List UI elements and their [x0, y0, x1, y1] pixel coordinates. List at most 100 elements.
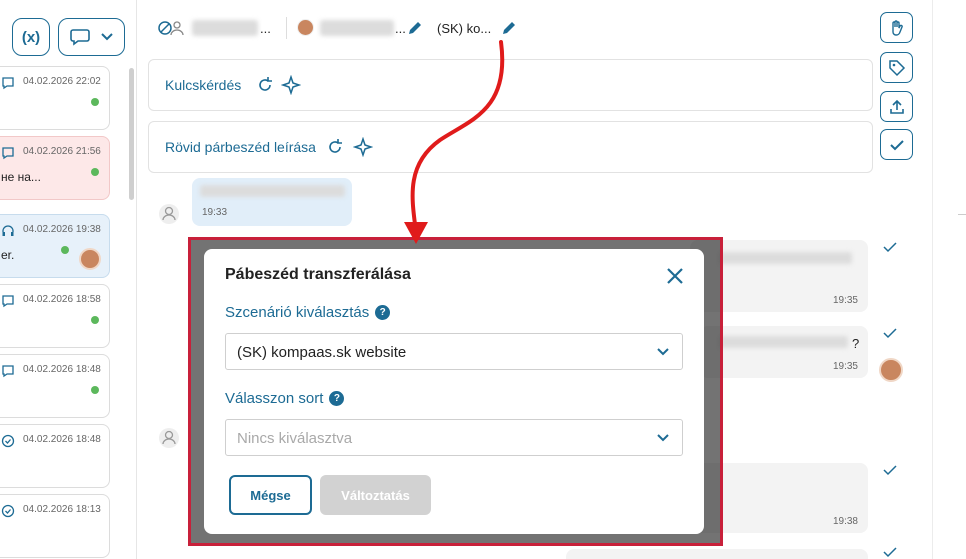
takeover-hand-button[interactable] — [880, 12, 913, 43]
headset-icon — [2, 225, 14, 236]
conversation-date: 04.02.2026 21:56 — [23, 146, 101, 157]
queue-select[interactable]: Nincs kiválasztva — [225, 419, 683, 456]
delivered-check-icon — [883, 328, 897, 339]
conversation-date: 04.02.2026 18:48 — [23, 364, 101, 375]
upload-icon — [889, 99, 904, 114]
message-text-redacted — [720, 336, 848, 348]
tag-button[interactable] — [880, 52, 913, 83]
conversation-item[interactable]: 04.02.2026 18:13 — [0, 494, 110, 558]
scrollbar[interactable] — [129, 68, 134, 200]
conversation-item-selected[interactable]: 04.02.2026 19:38 er. — [0, 214, 110, 278]
chevron-down-icon — [657, 348, 669, 356]
queue-label-text: Válasszon sort — [225, 390, 324, 407]
delivered-check-icon — [883, 242, 897, 253]
message-time: 19:35 — [832, 361, 858, 372]
transfer-dialog: Pábeszéd transzferálása Szcenárió kivála… — [204, 249, 704, 534]
conversation-date: 04.02.2026 18:48 — [23, 434, 101, 445]
hand-icon — [891, 19, 903, 36]
key-question-label: Kulcskérdés — [165, 77, 242, 93]
online-status-dot — [61, 246, 69, 254]
right-divider — [932, 0, 933, 559]
scenario-short-label: (SK) ko... — [437, 21, 492, 36]
conversation-snippet: er. — [1, 248, 15, 262]
chat-icon — [2, 365, 14, 378]
export-button[interactable] — [880, 91, 913, 122]
sparkle-icon[interactable] — [353, 137, 373, 157]
scenario-selected-value: (SK) kompaas.sk website — [237, 344, 407, 361]
close-icon[interactable] — [663, 264, 687, 288]
customer-avatar-icon — [159, 204, 179, 224]
conversation-date: 04.02.2026 18:58 — [23, 294, 101, 305]
conversation-date: 04.02.2026 18:13 — [23, 504, 101, 515]
online-status-dot — [91, 168, 99, 176]
check-circle-icon — [1, 434, 15, 448]
help-icon[interactable]: ? — [329, 391, 345, 406]
chat-filter-dropdown[interactable] — [58, 18, 125, 56]
conversation-item[interactable]: 04.02.2026 22:02 — [0, 66, 110, 130]
scenario-select[interactable]: (SK) kompaas.sk website — [225, 333, 683, 370]
header-divider — [286, 17, 287, 39]
change-button[interactable]: Változtatás — [320, 475, 431, 515]
chat-icon — [2, 147, 14, 160]
variables-label: (x) — [21, 28, 41, 46]
online-status-dot — [91, 98, 99, 106]
agent-name-ellipsis: ... — [395, 21, 406, 36]
conversation-item[interactable]: 04.02.2026 18:48 — [0, 354, 110, 418]
short-description-panel: Rövid párbeszéd leírása — [148, 121, 873, 173]
short-description-label: Rövid párbeszéd leírása — [165, 139, 316, 155]
agent-name-redacted — [320, 20, 394, 36]
conversation-snippet: не на... — [1, 170, 41, 184]
conversation-item[interactable]: 04.02.2026 18:48 — [0, 424, 110, 488]
message-time: 19:33 — [202, 207, 228, 218]
key-question-panel: Kulcskérdés — [148, 59, 873, 111]
chat-icon — [2, 295, 14, 308]
conversation-item[interactable]: 04.02.2026 21:56 не на... — [0, 136, 110, 200]
agent-avatar — [79, 248, 101, 270]
agent-message: ? 19:35 — [700, 326, 868, 378]
right-edge-mark — [958, 214, 966, 215]
variables-button[interactable]: (x) — [12, 18, 50, 56]
scenario-field-label: Szcenárió kiválasztás ? — [225, 304, 391, 321]
scenario-label-text: Szcenárió kiválasztás — [225, 304, 370, 321]
help-icon[interactable]: ? — [375, 305, 391, 320]
message-text-redacted — [200, 185, 345, 197]
dialog-title: Pábeszéd transzferálása — [225, 266, 411, 283]
resolve-button[interactable] — [880, 129, 913, 160]
chevron-down-icon — [657, 434, 669, 442]
chat-bubble-icon — [69, 29, 90, 46]
queue-placeholder: Nincs kiválasztva — [237, 430, 353, 447]
agent-message — [566, 549, 868, 559]
queue-field-label: Válasszon sort ? — [225, 390, 345, 407]
cancel-button-label: Mégse — [250, 487, 291, 503]
customer-name-redacted — [192, 20, 258, 36]
tag-icon — [888, 59, 905, 76]
conversation-date: 04.02.2026 22:02 — [23, 76, 101, 87]
conversation-list: (x) 04.02.2026 22:02 04.02.2026 21:56 не… — [0, 0, 137, 559]
cancel-button[interactable]: Mégse — [229, 475, 312, 515]
chevron-down-icon — [100, 33, 113, 41]
online-status-dot — [91, 316, 99, 324]
message-time: 19:35 — [832, 295, 858, 306]
app-root: (x) 04.02.2026 22:02 04.02.2026 21:56 не… — [0, 0, 966, 559]
online-status-dot — [91, 386, 99, 394]
message-text-redacted — [720, 252, 852, 264]
refresh-icon[interactable] — [326, 138, 344, 156]
edit-agent-pencil-icon[interactable] — [406, 19, 424, 37]
hidden-contact-icon — [158, 21, 184, 36]
conversation-date: 04.02.2026 19:38 — [23, 224, 101, 235]
check-icon — [889, 139, 904, 150]
refresh-icon[interactable] — [256, 76, 274, 94]
message-text: ? — [852, 336, 860, 351]
customer-message: 19:33 — [192, 178, 352, 226]
delivered-check-icon — [883, 547, 897, 558]
edit-scenario-pencil-icon[interactable] — [500, 19, 518, 37]
agent-avatar — [297, 19, 314, 36]
check-circle-icon — [1, 504, 15, 518]
delivered-check-icon — [883, 465, 897, 476]
customer-name-ellipsis: ... — [260, 21, 271, 36]
chat-icon — [2, 77, 14, 90]
sparkle-icon[interactable] — [281, 75, 301, 95]
message-time: 19:38 — [832, 516, 858, 527]
conversation-item[interactable]: 04.02.2026 18:58 — [0, 284, 110, 348]
change-button-label: Változtatás — [341, 487, 410, 503]
